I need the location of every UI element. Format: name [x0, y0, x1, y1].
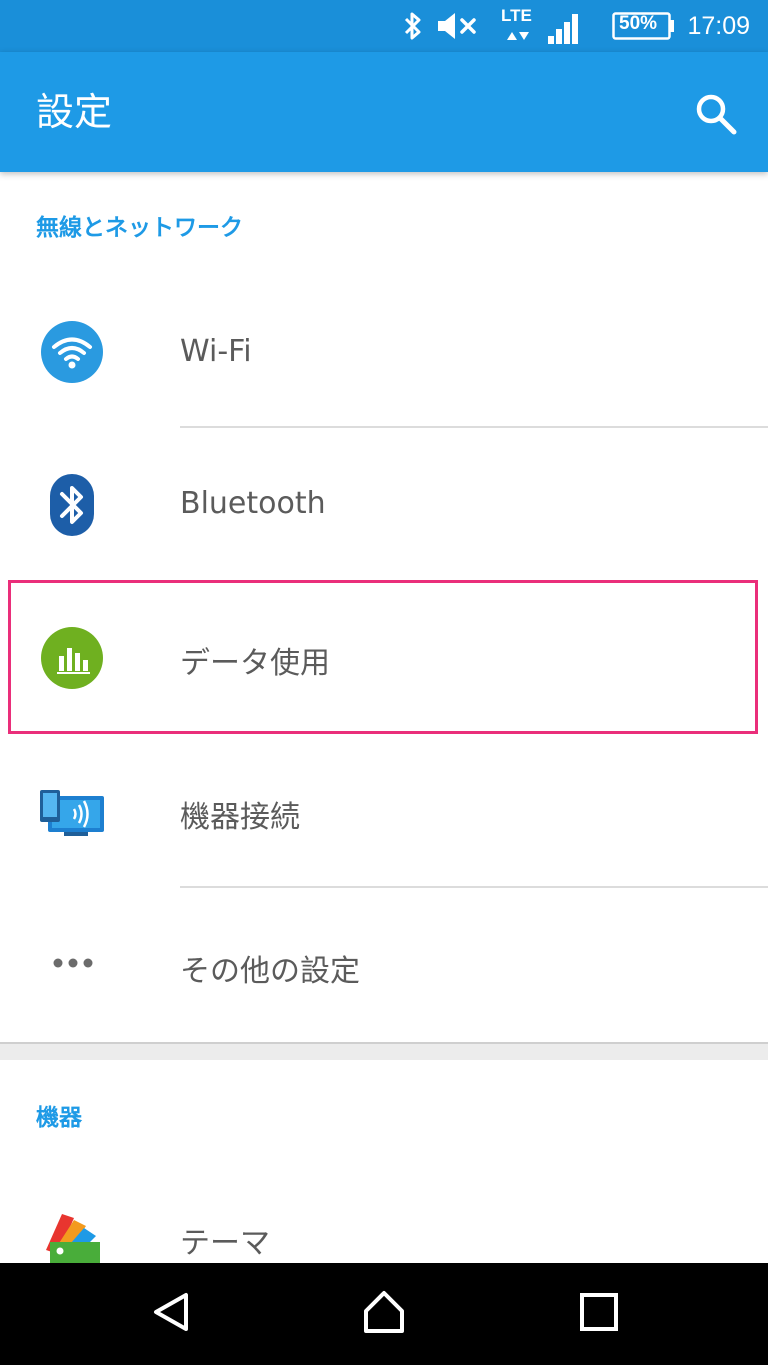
- search-button[interactable]: [690, 88, 742, 140]
- section-separator: [0, 1042, 768, 1060]
- section-header-device: 機器: [36, 1105, 82, 1131]
- mute-icon: [438, 13, 476, 39]
- bluetooth-icon: [404, 12, 421, 40]
- settings-item-label: 機器接続: [180, 800, 300, 835]
- device-connection-icon: [40, 790, 104, 836]
- home-icon[interactable]: [359, 1287, 409, 1337]
- settings-item-device-connection[interactable]: 機器接続: [0, 736, 768, 888]
- bluetooth-icon: [50, 474, 94, 536]
- settings-item-label: その他の設定: [180, 954, 360, 989]
- lte-label: LTE: [501, 6, 532, 25]
- section-header-wireless: 無線とネットワーク: [36, 215, 243, 241]
- battery-percent: 50%: [619, 13, 658, 34]
- search-icon: [696, 94, 737, 135]
- app-bar: 設定: [0, 52, 768, 172]
- settings-item-more[interactable]: その他の設定: [0, 888, 768, 1040]
- lte-arrows-icon: [507, 32, 529, 40]
- theme-icon: [46, 1214, 100, 1263]
- clock: 17:09: [687, 12, 750, 40]
- recents-icon[interactable]: [574, 1287, 624, 1337]
- wifi-icon: [41, 321, 103, 383]
- settings-item-theme[interactable]: テーマ: [0, 1180, 768, 1263]
- signal-icon: [548, 14, 578, 44]
- settings-item-wifi[interactable]: Wi-Fi: [0, 276, 768, 428]
- more-icon: [53, 958, 93, 968]
- highlight-box: [8, 580, 758, 734]
- back-icon[interactable]: [146, 1287, 196, 1337]
- settings-item-label: Wi-Fi: [180, 334, 252, 369]
- status-bar: LTE 50% 17:09: [0, 0, 768, 52]
- page-title: 設定: [36, 90, 113, 134]
- navigation-bar: [0, 1263, 768, 1365]
- settings-item-bluetooth[interactable]: Bluetooth: [0, 428, 768, 580]
- settings-item-label: Bluetooth: [180, 486, 326, 521]
- settings-item-label: テーマ: [180, 1226, 270, 1261]
